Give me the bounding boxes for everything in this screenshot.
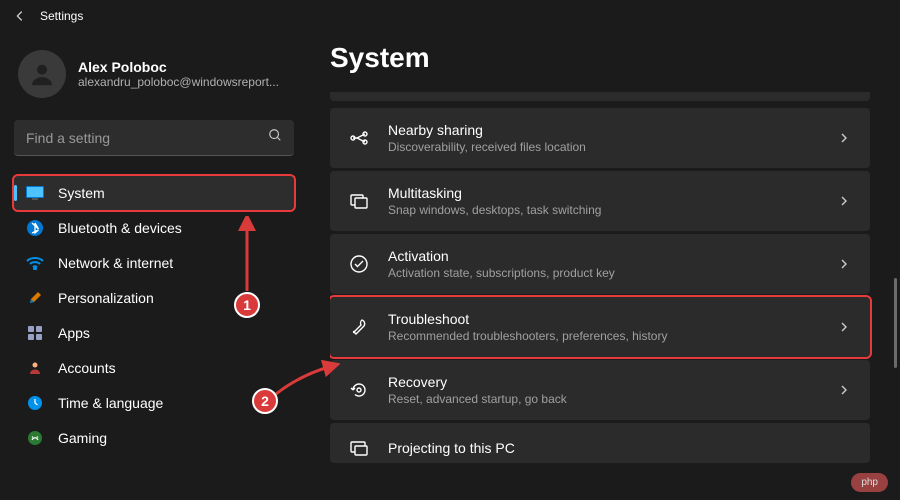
share-icon (348, 127, 370, 149)
user-email: alexandru_poloboc@windowsreport... (78, 75, 279, 89)
sidebar-item-time-language[interactable]: Time & language (14, 386, 294, 420)
sidebar-item-label: Network & internet (58, 255, 173, 271)
multitask-icon (348, 190, 370, 212)
setting-title: Projecting to this PC (388, 440, 852, 456)
sidebar-item-apps[interactable]: Apps (14, 316, 294, 350)
setting-title: Nearby sharing (388, 122, 820, 138)
nav-list: System Bluetooth & devices Network & int… (14, 176, 294, 455)
check-circle-icon (348, 253, 370, 275)
recovery-icon (348, 379, 370, 401)
setting-title: Troubleshoot (388, 311, 820, 327)
clock-globe-icon (26, 394, 44, 412)
settings-list: Nearby sharing Discoverability, received… (330, 92, 880, 463)
window-title: Settings (40, 9, 83, 23)
scrollbar[interactable] (894, 278, 897, 368)
setting-title: Multitasking (388, 185, 820, 201)
setting-multitasking[interactable]: Multitasking Snap windows, desktops, tas… (330, 171, 870, 231)
setting-desc: Recommended troubleshooters, preferences… (388, 329, 820, 343)
user-name: Alex Poloboc (78, 59, 279, 75)
sidebar-item-personalization[interactable]: Personalization (14, 281, 294, 315)
user-block[interactable]: Alex Poloboc alexandru_poloboc@windowsre… (14, 42, 294, 116)
watermark: php (851, 473, 888, 492)
sidebar-item-label: Personalization (58, 290, 154, 306)
bluetooth-icon (26, 219, 44, 237)
page-title: System (330, 42, 880, 74)
chevron-right-icon (838, 320, 852, 334)
sidebar-item-label: Accounts (58, 360, 116, 376)
sidebar-item-label: Time & language (58, 395, 163, 411)
setting-desc: Activation state, subscriptions, product… (388, 266, 820, 280)
sidebar-item-label: Bluetooth & devices (58, 220, 182, 236)
titlebar: Settings (0, 0, 900, 32)
wifi-icon (26, 254, 44, 272)
back-button[interactable] (12, 8, 28, 24)
setting-recovery[interactable]: Recovery Reset, advanced startup, go bac… (330, 360, 870, 420)
system-icon (26, 184, 44, 202)
search-icon (268, 128, 282, 147)
avatar (18, 50, 66, 98)
main-content: System Nearby sharing Discoverability, r… (308, 32, 900, 500)
setting-desc: Discoverability, received files location (388, 140, 820, 154)
sidebar-item-gaming[interactable]: Gaming (14, 421, 294, 455)
wrench-icon (348, 316, 370, 338)
chevron-right-icon (838, 194, 852, 208)
sidebar-item-bluetooth[interactable]: Bluetooth & devices (14, 211, 294, 245)
search-input[interactable] (26, 130, 268, 146)
sidebar-item-accounts[interactable]: Accounts (14, 351, 294, 385)
setting-title: Recovery (388, 374, 820, 390)
setting-troubleshoot[interactable]: Troubleshoot Recommended troubleshooters… (330, 297, 870, 357)
brush-icon (26, 289, 44, 307)
apps-icon (26, 324, 44, 342)
sidebar-item-label: Apps (58, 325, 90, 341)
chevron-right-icon (838, 383, 852, 397)
project-icon (348, 437, 370, 459)
setting-title: Activation (388, 248, 820, 264)
setting-projecting[interactable]: Projecting to this PC (330, 423, 870, 463)
sidebar: Alex Poloboc alexandru_poloboc@windowsre… (0, 32, 308, 500)
setting-desc: Reset, advanced startup, go back (388, 392, 820, 406)
person-icon (26, 359, 44, 377)
sidebar-item-network[interactable]: Network & internet (14, 246, 294, 280)
setting-activation[interactable]: Activation Activation state, subscriptio… (330, 234, 870, 294)
sidebar-item-label: System (58, 185, 105, 201)
search-box[interactable] (14, 120, 294, 156)
sidebar-item-system[interactable]: System (14, 176, 294, 210)
setting-nearby-sharing[interactable]: Nearby sharing Discoverability, received… (330, 108, 870, 168)
chevron-right-icon (838, 131, 852, 145)
setting-desc: Snap windows, desktops, task switching (388, 203, 820, 217)
gaming-icon (26, 429, 44, 447)
chevron-right-icon (838, 257, 852, 271)
partial-row-top (330, 92, 870, 101)
sidebar-item-label: Gaming (58, 430, 107, 446)
